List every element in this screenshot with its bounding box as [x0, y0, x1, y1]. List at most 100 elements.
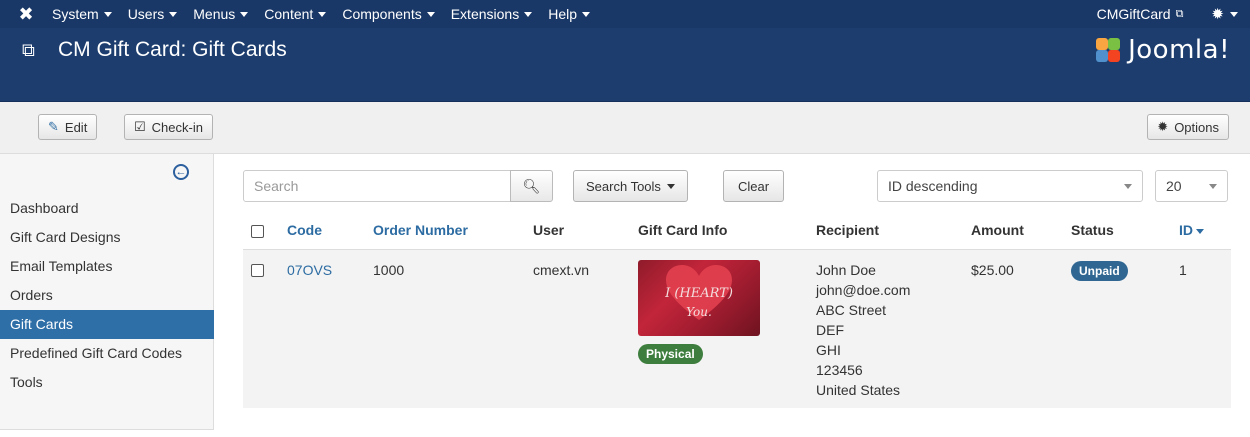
caret-down-icon [1230, 11, 1238, 17]
menu-extensions-label: Extensions [450, 6, 520, 22]
collapse-sidebar-icon[interactable]: ← [173, 164, 189, 180]
sidebar-item-gift-cards[interactable]: Gift Cards [0, 310, 214, 339]
recipient-name: John Doe [816, 261, 876, 278]
recipient-address-line3: GHI [816, 341, 841, 358]
table-row: 07OVS 1000 cmext.vn I (HEART) You. Physi… [243, 249, 1231, 408]
column-id[interactable]: ID [1171, 211, 1231, 250]
list-limit-value: 20 [1166, 178, 1182, 194]
external-link-icon: ⧉ [1175, 7, 1184, 20]
site-link[interactable]: CMGiftCard ⧉ [1097, 6, 1212, 22]
recipient-country: United States [816, 381, 901, 398]
row-checkbox[interactable] [251, 264, 264, 278]
caret-down-icon [103, 11, 112, 17]
main-menu: System Users Menus Content Components Ex… [44, 0, 598, 28]
sidebar-item-email-templates[interactable]: Email Templates [0, 252, 214, 281]
chevron-down-icon [1124, 184, 1132, 189]
gift-card-text-line1: I (HEART) [665, 285, 733, 301]
sidebar-item-predefined-codes[interactable]: Predefined Gift Card Codes [0, 339, 214, 368]
card-type-badge: Physical [638, 343, 703, 364]
sort-select[interactable]: ID descending [877, 170, 1143, 202]
menu-content-label: Content [264, 6, 314, 22]
column-user: User [525, 211, 630, 250]
code-link[interactable]: 07OVS [287, 262, 332, 278]
joomla-icon[interactable]: ✖ [8, 0, 44, 28]
menu-menus-label: Menus [193, 6, 236, 22]
sidebar-item-dashboard[interactable]: Dashboard [0, 194, 214, 223]
list-limit-select[interactable]: 20 [1155, 170, 1228, 202]
menu-extensions[interactable]: Extensions [443, 6, 540, 22]
joomla-brand-text: Joomla! [1128, 35, 1230, 65]
search-tools-label: Search Tools [586, 178, 661, 194]
column-code[interactable]: Code [279, 211, 365, 250]
options-button-label: Options [1174, 119, 1219, 135]
search-input[interactable] [243, 170, 511, 202]
code-cell: 07OVS [279, 249, 365, 408]
clear-button[interactable]: Clear [723, 170, 785, 202]
sidebar-list: Dashboard Gift Card Designs Email Templa… [0, 194, 214, 397]
joomla-logo-mark [1094, 36, 1122, 64]
menu-help[interactable]: Help [540, 6, 598, 22]
column-order-number[interactable]: Order Number [365, 211, 525, 250]
recipient-cell: John Doe john@doe.com ABC Street DEF GHI… [808, 249, 963, 408]
menu-content[interactable]: Content [256, 6, 334, 22]
clear-button-label: Clear [738, 178, 770, 194]
gift-card-image: I (HEART) You. [638, 259, 760, 336]
caret-down-icon [318, 11, 327, 17]
recipient-address-line2: DEF [816, 321, 844, 338]
sidebar-item-orders[interactable]: Orders [0, 281, 214, 310]
edit-button[interactable]: ✎ Edit [38, 114, 98, 140]
menu-components[interactable]: Components [334, 6, 442, 22]
status-badge[interactable]: Unpaid [1071, 260, 1128, 281]
chevron-down-icon [1209, 184, 1217, 189]
search-icon: 🔍︎ [522, 177, 541, 194]
row-select-cell [243, 249, 279, 408]
id-cell: 1 [1179, 261, 1187, 278]
topbar-right: CMGiftCard ⧉ ✹ [1097, 0, 1250, 28]
gear-icon: ✹ [1211, 6, 1224, 23]
settings-menu[interactable]: ✹ [1211, 5, 1250, 23]
sidebar-item-tools[interactable]: Tools [0, 368, 214, 397]
gift-cards-table: Code Order Number User Gift Card Info Re… [243, 211, 1231, 408]
column-recipient: Recipient [808, 211, 963, 250]
column-gift-card-info: Gift Card Info [630, 211, 808, 250]
column-id-label: ID [1179, 221, 1193, 238]
checkin-button[interactable]: ☑ Check-in [124, 114, 213, 140]
select-all-checkbox[interactable] [251, 224, 264, 238]
caret-down-icon [169, 11, 178, 17]
sidebar: ← Dashboard Gift Card Designs Email Temp… [0, 154, 214, 430]
table-header-row: Code Order Number User Gift Card Info Re… [243, 211, 1231, 250]
action-toolbar: ✎ Edit ☑ Check-in ✹ Options [0, 102, 1250, 154]
gift-card-info-cell: I (HEART) You. Physical [630, 249, 808, 408]
checkin-button-label: Check-in [151, 119, 203, 135]
amount-cell: $25.00 [971, 261, 1014, 278]
menu-menus[interactable]: Menus [185, 6, 256, 22]
select-all-header [243, 211, 279, 250]
copy-icon: ⧉ [22, 39, 35, 60]
sidebar-item-gift-card-designs[interactable]: Gift Card Designs [0, 223, 214, 252]
column-status: Status [1063, 211, 1171, 250]
page-title-wrap: ⧉ CM Gift Card: Gift Cards [22, 28, 287, 72]
sort-select-value: ID descending [888, 178, 978, 194]
user-cell: cmext.vn [533, 261, 590, 278]
edit-icon: ✎ [48, 119, 59, 134]
menu-users-label: Users [127, 6, 165, 22]
caret-down-icon [524, 11, 533, 17]
recipient-zip: 123456 [816, 361, 863, 378]
recipient-email: john@doe.com [816, 281, 911, 298]
menu-users[interactable]: Users [120, 6, 186, 22]
status-cell: Unpaid [1063, 249, 1171, 408]
edit-button-label: Edit [64, 119, 88, 135]
gift-card-text-line2: You. [686, 304, 712, 319]
main-content: 🔍︎ Search Tools Clear ID descending 20 C… [243, 154, 1231, 434]
search-tools-button[interactable]: Search Tools [573, 170, 688, 202]
gear-icon: ✹ [1157, 119, 1169, 134]
admin-topbar: ✖ System Users Menus Content Components … [0, 0, 1250, 28]
options-button[interactable]: ✹ Options [1147, 114, 1229, 140]
search-button[interactable]: 🔍︎ [510, 170, 553, 202]
site-link-label: CMGiftCard [1096, 6, 1171, 22]
caret-down-icon [426, 11, 435, 17]
page-header: ⧉ CM Gift Card: Gift Cards Joomla! [0, 28, 1250, 102]
menu-system[interactable]: System [44, 6, 120, 22]
checkbox-checked-icon: ☑ [134, 119, 146, 134]
caret-down-icon [582, 11, 590, 17]
